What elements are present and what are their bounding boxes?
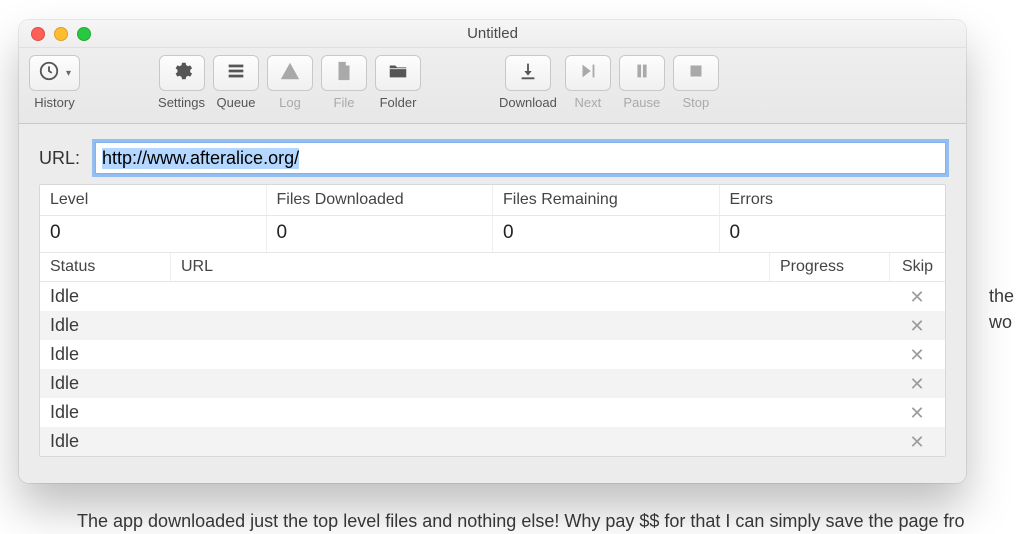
skip-icon[interactable]: ✕ bbox=[909, 288, 924, 306]
pause-button[interactable] bbox=[619, 55, 665, 91]
background-right-fragment: the wo bbox=[984, 283, 1024, 335]
settings-label: Settings bbox=[158, 95, 205, 110]
next-icon bbox=[577, 60, 599, 87]
list-icon bbox=[225, 60, 247, 87]
row-status: Idle bbox=[40, 312, 170, 339]
chevron-down-icon: ▾ bbox=[66, 68, 71, 79]
download-label: Download bbox=[499, 95, 557, 110]
errors-value: 0 bbox=[719, 216, 946, 252]
row-status: Idle bbox=[40, 341, 170, 368]
queue-button[interactable] bbox=[213, 55, 259, 91]
row-url bbox=[170, 294, 769, 300]
files-remaining-value: 0 bbox=[492, 216, 719, 252]
files-remaining-header: Files Remaining bbox=[492, 185, 719, 215]
toolbar: ▾ History Settings Queue bbox=[19, 48, 966, 124]
close-window-button[interactable] bbox=[31, 27, 45, 41]
row-progress bbox=[769, 439, 889, 445]
table-row[interactable]: Idle ✕ bbox=[40, 398, 945, 427]
row-url bbox=[170, 439, 769, 445]
file-icon bbox=[333, 60, 355, 87]
warning-icon bbox=[279, 60, 301, 87]
status-panel: Level Files Downloaded Files Remaining E… bbox=[39, 184, 946, 457]
download-icon bbox=[517, 60, 539, 87]
log-label: Log bbox=[279, 95, 301, 110]
row-progress bbox=[769, 352, 889, 358]
column-skip[interactable]: Skip bbox=[889, 253, 945, 281]
row-url bbox=[170, 323, 769, 329]
stop-icon bbox=[685, 60, 707, 87]
row-url bbox=[170, 352, 769, 358]
table-row[interactable]: Idle ✕ bbox=[40, 340, 945, 369]
window-title: Untitled bbox=[19, 25, 966, 42]
errors-header: Errors bbox=[719, 185, 946, 215]
url-input[interactable] bbox=[95, 142, 946, 174]
row-progress bbox=[769, 294, 889, 300]
pause-label: Pause bbox=[623, 95, 660, 110]
settings-button[interactable] bbox=[159, 55, 205, 91]
row-status: Idle bbox=[40, 428, 170, 455]
table-row[interactable]: Idle ✕ bbox=[40, 282, 945, 311]
row-status: Idle bbox=[40, 399, 170, 426]
next-label: Next bbox=[574, 95, 601, 110]
skip-icon[interactable]: ✕ bbox=[909, 375, 924, 393]
file-button[interactable] bbox=[321, 55, 367, 91]
table-row[interactable]: Idle ✕ bbox=[40, 369, 945, 398]
level-value: 0 bbox=[40, 216, 266, 252]
next-button[interactable] bbox=[565, 55, 611, 91]
row-status: Idle bbox=[40, 370, 170, 397]
row-status: Idle bbox=[40, 283, 170, 310]
skip-icon[interactable]: ✕ bbox=[909, 404, 924, 422]
table-row[interactable]: Idle ✕ bbox=[40, 311, 945, 340]
zoom-window-button[interactable] bbox=[77, 27, 91, 41]
skip-icon[interactable]: ✕ bbox=[909, 433, 924, 451]
minimize-window-button[interactable] bbox=[54, 27, 68, 41]
queue-label: Queue bbox=[216, 95, 255, 110]
stop-label: Stop bbox=[682, 95, 709, 110]
download-button[interactable] bbox=[505, 55, 551, 91]
folder-button[interactable] bbox=[375, 55, 421, 91]
row-progress bbox=[769, 323, 889, 329]
row-progress bbox=[769, 410, 889, 416]
skip-icon[interactable]: ✕ bbox=[909, 346, 924, 364]
files-downloaded-header: Files Downloaded bbox=[266, 185, 493, 215]
row-url bbox=[170, 381, 769, 387]
clock-icon bbox=[38, 60, 60, 87]
log-button[interactable] bbox=[267, 55, 313, 91]
files-downloaded-value: 0 bbox=[266, 216, 493, 252]
titlebar: Untitled bbox=[19, 20, 966, 48]
row-progress bbox=[769, 381, 889, 387]
content-area: URL: Level Files Downloaded Files Remain… bbox=[19, 124, 966, 483]
history-label: History bbox=[34, 95, 74, 110]
column-url[interactable]: URL bbox=[170, 253, 769, 281]
url-label: URL: bbox=[39, 148, 87, 169]
history-button[interactable]: ▾ bbox=[29, 55, 80, 91]
folder-label: Folder bbox=[380, 95, 417, 110]
app-window: Untitled ▾ History Settings bbox=[19, 20, 966, 483]
table-row[interactable]: Idle ✕ bbox=[40, 427, 945, 456]
level-header: Level bbox=[40, 185, 266, 215]
background-bottom-fragment: The app downloaded just the top level fi… bbox=[77, 511, 965, 532]
file-label: File bbox=[334, 95, 355, 110]
column-status[interactable]: Status bbox=[40, 253, 170, 281]
skip-icon[interactable]: ✕ bbox=[909, 317, 924, 335]
pause-icon bbox=[631, 60, 653, 87]
stop-button[interactable] bbox=[673, 55, 719, 91]
folder-icon bbox=[387, 60, 409, 87]
row-url bbox=[170, 410, 769, 416]
gear-icon bbox=[171, 60, 193, 87]
queue-table-body: Idle ✕ Idle ✕ Idle ✕ bbox=[40, 282, 945, 456]
column-progress[interactable]: Progress bbox=[769, 253, 889, 281]
